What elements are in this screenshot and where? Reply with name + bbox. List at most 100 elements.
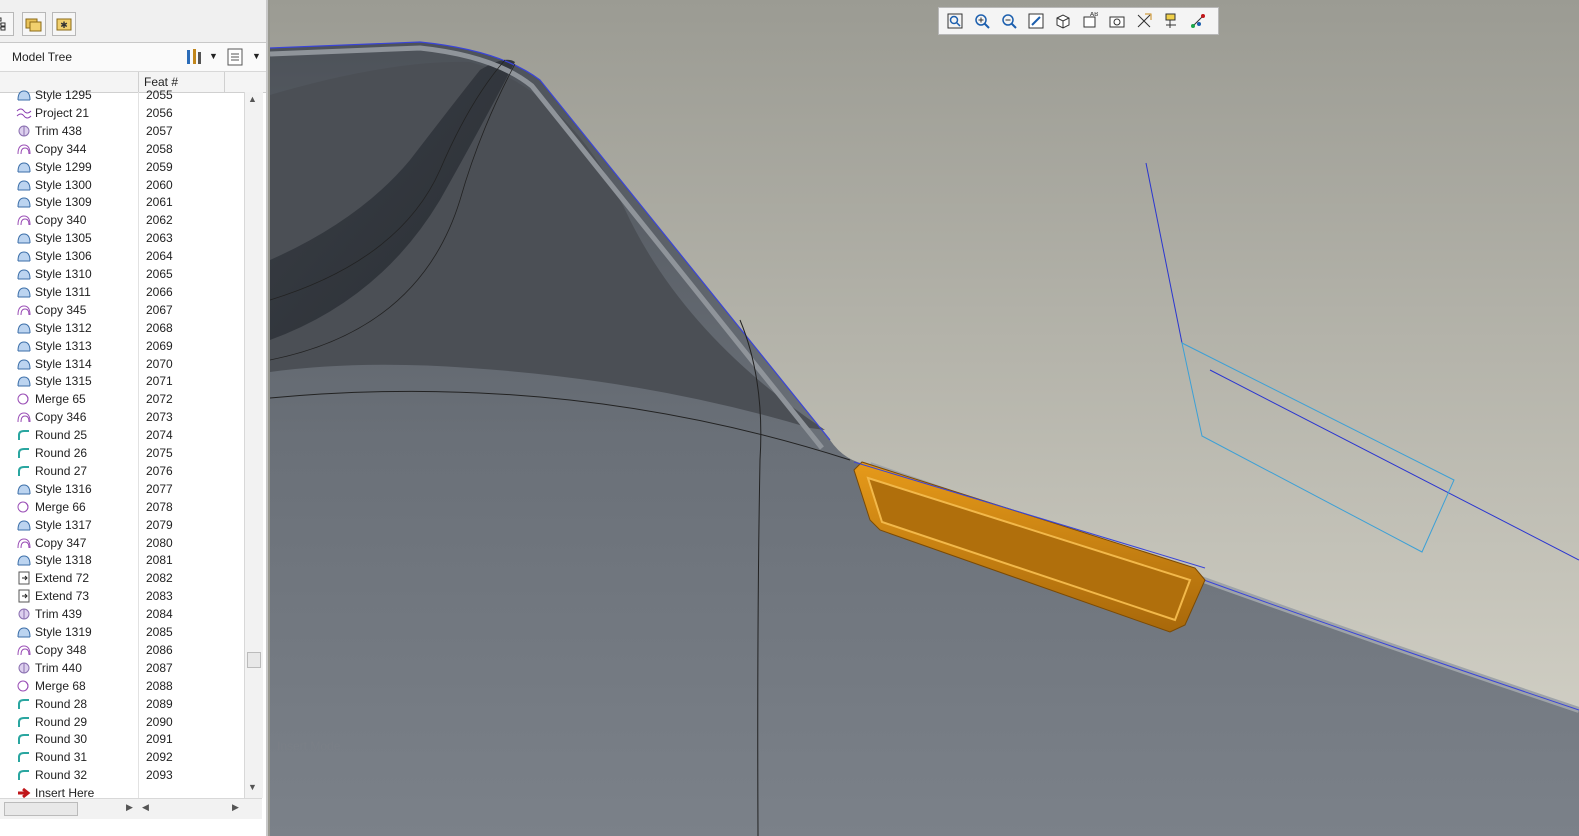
refit-icon[interactable] [943, 10, 967, 32]
folder-browser-tab-icon[interactable] [22, 12, 46, 36]
tree-row[interactable]: Round 29 2090 [0, 713, 244, 731]
merge-icon [16, 679, 32, 693]
settings-dropdown-icon[interactable]: ▼ [209, 51, 218, 61]
feature-number: 2089 [146, 696, 173, 711]
tree-row[interactable]: Copy 346 2073 [0, 408, 244, 426]
insert-mode-label: Insert Mode [277, 739, 341, 753]
tree-row[interactable]: Merge 65 2072 [0, 390, 244, 408]
scroll-up-icon[interactable]: ▲ [248, 94, 257, 104]
tree-row[interactable]: Style 1310 2065 [0, 265, 244, 283]
tree-row[interactable]: Round 27 2076 [0, 462, 244, 480]
feature-number: 2063 [146, 231, 173, 246]
copy-icon [16, 410, 32, 424]
tree-row[interactable]: Copy 348 2086 [0, 641, 244, 659]
feature-number: 2086 [146, 642, 173, 657]
feature-name: Round 25 [35, 428, 88, 443]
tree-row[interactable]: Round 32 2093 [0, 766, 244, 784]
tree-row[interactable]: Extend 72 2082 [0, 569, 244, 587]
horizontal-scrollbar[interactable]: ▶ ◀ ▶ [0, 798, 262, 819]
tree-row[interactable]: Style 1311 2066 [0, 283, 244, 301]
scroll-left-icon[interactable]: ◀ [142, 802, 149, 813]
tree-row[interactable]: Style 1300 2060 [0, 176, 244, 194]
vertical-scroll-thumb[interactable] [247, 652, 261, 668]
feature-number: 2057 [146, 123, 173, 138]
vertical-scrollbar[interactable]: ▲ ▼ [244, 92, 263, 798]
tree-row[interactable]: Copy 344 2058 [0, 140, 244, 158]
tree-row[interactable]: Round 28 2089 [0, 695, 244, 713]
feature-number: 2061 [146, 195, 173, 210]
feature-name: Round 32 [35, 768, 88, 783]
feature-name: Round 28 [35, 696, 88, 711]
repaint-icon[interactable] [1024, 10, 1048, 32]
tree-row[interactable]: Merge 68 2088 [0, 677, 244, 695]
favorites-tab-icon[interactable]: ✱ [52, 12, 76, 36]
spin-center-icon[interactable] [1105, 10, 1129, 32]
model-viewport-render[interactable] [270, 0, 1579, 836]
tree-row[interactable]: Copy 340 2062 [0, 211, 244, 229]
tree-row[interactable]: Style 1305 2063 [0, 229, 244, 247]
feature-number: 2055 [146, 88, 173, 102]
tree-row[interactable]: Merge 66 2078 [0, 498, 244, 516]
style-icon [16, 267, 32, 281]
feature-name: Style 1309 [35, 195, 92, 210]
scroll-down-icon[interactable]: ▼ [248, 782, 257, 792]
zoom-in-icon[interactable] [970, 10, 994, 32]
tree-row[interactable]: Style 1314 2070 [0, 355, 244, 373]
project-icon [16, 106, 32, 120]
feature-name: Merge 66 [35, 499, 86, 514]
scroll-right-icon[interactable]: ▶ [126, 802, 133, 813]
feature-name: Merge 68 [35, 678, 86, 693]
datum-points-icon[interactable] [1186, 10, 1210, 32]
tree-row[interactable]: Style 1295 2055 [0, 86, 244, 104]
tree-row[interactable]: Style 1318 2081 [0, 551, 244, 569]
feature-name: Round 26 [35, 446, 88, 460]
feature-number: 2082 [146, 571, 173, 586]
trim-icon [16, 124, 32, 138]
style-icon [16, 285, 32, 299]
tree-row[interactable]: Style 1317 2079 [0, 516, 244, 534]
tree-row[interactable]: Style 1315 2071 [0, 372, 244, 390]
feature-number: 2092 [146, 750, 173, 765]
tree-row[interactable]: Style 1309 2061 [0, 193, 244, 211]
merge-icon [16, 500, 32, 514]
tree-row[interactable]: Style 1312 2068 [0, 319, 244, 337]
tree-row[interactable]: Copy 347 2080 [0, 534, 244, 552]
tree-row[interactable]: Round 25 2074 [0, 426, 244, 444]
tree-row[interactable]: Extend 73 2083 [0, 587, 244, 605]
tree-row[interactable]: Style 1306 2064 [0, 247, 244, 265]
tree-row[interactable]: Trim 440 2087 [0, 659, 244, 677]
model-tree-panel: ✱ Model Tree ▼ ▼ Feat # Style 1295 2055 Pr… [0, 0, 268, 836]
zoom-out-icon[interactable] [997, 10, 1021, 32]
tree-row[interactable]: Round 31 2092 [0, 748, 244, 766]
tree-row[interactable]: Project 21 2056 [0, 104, 244, 122]
tree-row[interactable]: Trim 439 2084 [0, 605, 244, 623]
tree-row[interactable]: Trim 438 2057 [0, 122, 244, 140]
tree-row[interactable]: Style 1316 2077 [0, 480, 244, 498]
tree-row[interactable]: Style 1319 2085 [0, 623, 244, 641]
tree-row[interactable]: Style 1299 2059 [0, 158, 244, 176]
style-icon [16, 160, 32, 174]
scroll-right-icon[interactable]: ▶ [232, 802, 239, 813]
feature-number: 2077 [146, 481, 173, 496]
svg-text:AB: AB [1090, 12, 1098, 18]
datum-planes-icon[interactable] [1132, 10, 1156, 32]
saved-views-icon[interactable]: AB [1078, 10, 1102, 32]
tree-row[interactable]: Copy 345 2067 [0, 301, 244, 319]
horizontal-scroll-thumb[interactable] [4, 802, 78, 816]
graphics-window[interactable]: AB [270, 0, 1579, 836]
settings-icon[interactable] [184, 47, 204, 70]
datum-axes-icon[interactable] [1159, 10, 1183, 32]
feature-name: Style 1312 [35, 320, 92, 335]
tree-row[interactable]: Round 30 2091 [0, 730, 244, 748]
feature-number: 2079 [146, 517, 173, 532]
show-dropdown-icon[interactable]: ▼ [252, 51, 261, 61]
tree-row[interactable]: Style 1313 2069 [0, 337, 244, 355]
feature-name: Style 1316 [35, 481, 92, 496]
tree-row[interactable]: Round 26 2075 [0, 444, 244, 462]
show-icon[interactable] [226, 47, 244, 70]
feature-number: 2060 [146, 177, 173, 192]
display-style-icon[interactable] [1051, 10, 1075, 32]
model-tree-tab-icon[interactable] [0, 12, 14, 36]
style-icon [16, 553, 32, 567]
round-icon [16, 715, 32, 729]
